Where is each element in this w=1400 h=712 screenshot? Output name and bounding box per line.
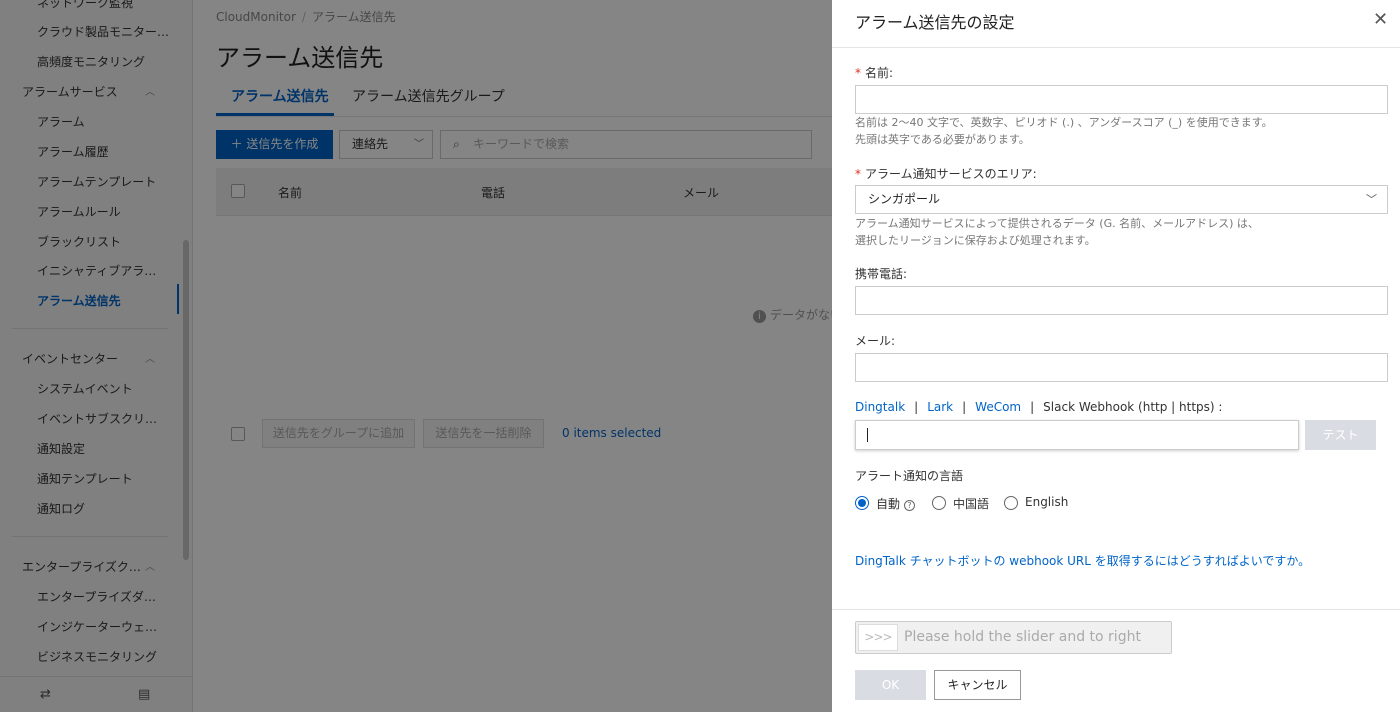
required-mark: * (855, 66, 861, 80)
radio-auto-label[interactable]: 自動? (876, 495, 916, 512)
name-label: * 名前: (855, 66, 894, 80)
email-field[interactable] (855, 353, 1388, 382)
name-help: 名前は 2～40 文字で、英数字、ピリオド (.) 、アンダースコア (_) を… (855, 116, 1273, 146)
slack-webhook-label: Slack Webhook (http | https) : (1043, 400, 1223, 414)
text-caret (867, 428, 868, 442)
chevron-down-icon: ﹀ (1366, 193, 1377, 206)
footer-divider (832, 609, 1400, 610)
drawer-header: アラーム送信先の設定 ✕ (832, 0, 1400, 48)
area-label: * アラーム通知サービスのエリア: (855, 167, 1037, 181)
test-button[interactable]: テスト (1305, 420, 1376, 450)
ok-button[interactable]: OK (855, 670, 926, 700)
dingtalk-webhook-help-link[interactable]: DingTalk チャットボットの webhook URL を取得するにはどうす… (855, 552, 1310, 569)
help-icon[interactable]: ? (904, 500, 916, 511)
area-select-value: シンガポール (868, 192, 941, 206)
close-icon[interactable]: ✕ (1373, 9, 1388, 30)
lark-link[interactable]: Lark (927, 400, 953, 414)
verification-slider[interactable]: >>> Please hold the slider and to right (855, 621, 1172, 654)
language-label: アラート通知の言語 (855, 469, 964, 483)
drawer-title: アラーム送信先の設定 (855, 13, 1015, 32)
slider-handle[interactable]: >>> (858, 624, 898, 651)
slider-text: Please hold the slider and to right (904, 629, 1141, 645)
area-help: アラーム通知サービスによって提供されるデータ (G. 名前、メールアドレス) は… (855, 217, 1259, 247)
radio-chinese[interactable] (932, 496, 946, 510)
modal-overlay[interactable] (0, 0, 832, 712)
name-field[interactable] (855, 85, 1388, 114)
phone-label: 携帯電話: (855, 267, 908, 281)
wecom-link[interactable]: WeCom (975, 400, 1021, 414)
email-label: メール: (855, 334, 896, 348)
webhook-url-field[interactable] (855, 420, 1299, 450)
radio-english[interactable] (1004, 496, 1018, 510)
radio-chinese-label[interactable]: 中国語 (953, 495, 989, 512)
webhook-label-row: Dingtalk | Lark | WeCom | Slack Webhook (http … (855, 400, 1223, 414)
contact-settings-drawer: アラーム送信先の設定 ✕ * 名前: 名前は 2～40 文字で、英数字、ピリオド … (832, 0, 1400, 712)
radio-english-label[interactable]: English (1025, 495, 1068, 509)
radio-auto[interactable] (855, 496, 869, 510)
cancel-button[interactable]: キャンセル (934, 670, 1021, 700)
phone-field[interactable] (855, 286, 1388, 315)
dingtalk-link[interactable]: Dingtalk (855, 400, 905, 414)
required-mark: * (855, 167, 861, 181)
area-select[interactable]: シンガポール ﹀ (855, 185, 1388, 214)
